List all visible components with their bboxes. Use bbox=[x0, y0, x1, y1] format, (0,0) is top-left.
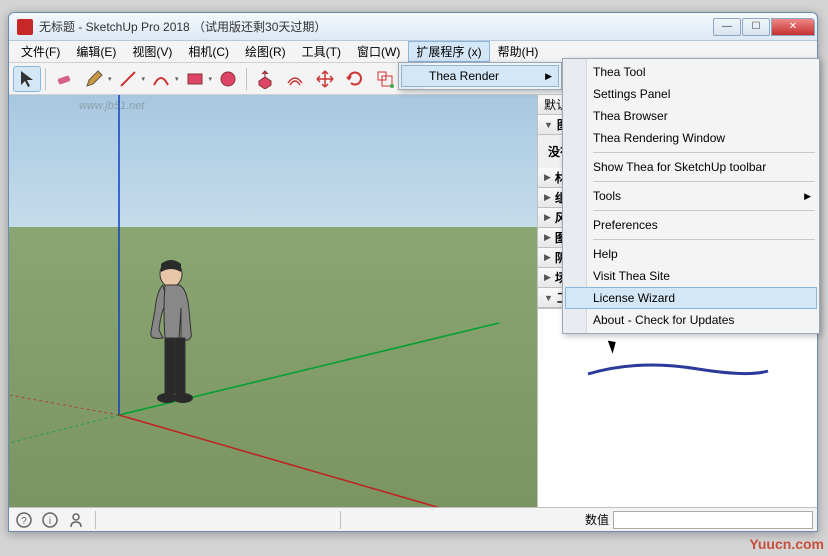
submenu-item-preferences[interactable]: Preferences bbox=[565, 214, 817, 236]
chevron-icon: ▶ bbox=[544, 272, 551, 283]
thea-render-submenu: Thea Tool Settings Panel Thea Browser Thea … bbox=[562, 58, 820, 334]
menu-item-label: Show Thea for SketchUp toolbar bbox=[593, 160, 766, 174]
menu-item-label: Thea Render bbox=[429, 69, 499, 83]
watermark-yuucn: Yuucn.com bbox=[749, 536, 824, 552]
submenu-item-tools[interactable]: Tools ▶ bbox=[565, 185, 817, 207]
submenu-item-license-wizard[interactable]: License Wizard bbox=[565, 287, 817, 309]
user-icon[interactable] bbox=[65, 509, 87, 531]
app-icon bbox=[17, 19, 33, 35]
extensions-menu: Thea Render ▶ bbox=[398, 62, 562, 90]
chevron-icon: ▶ bbox=[544, 192, 551, 203]
chevron-icon: ▶ bbox=[544, 172, 551, 183]
offset-tool[interactable] bbox=[281, 66, 309, 92]
scale-tool[interactable] bbox=[371, 66, 399, 92]
submenu-arrow-icon: ▶ bbox=[804, 191, 811, 202]
menu-item-label: Tools bbox=[593, 189, 621, 203]
menu-1[interactable]: 编辑(E) bbox=[68, 41, 124, 62]
titlebar: 无标题 - SketchUp Pro 2018 （试用版还剩30天过期） — ☐… bbox=[9, 13, 817, 41]
chevron-icon: ▶ bbox=[544, 212, 551, 223]
chevron-icon: ▼ bbox=[544, 293, 553, 303]
menu-item-label: Thea Rendering Window bbox=[593, 131, 725, 145]
menu-7[interactable]: 扩展程序 (x) bbox=[408, 41, 489, 62]
menu-item-label: Help bbox=[593, 247, 618, 261]
separator bbox=[593, 181, 815, 182]
window-title: 无标题 - SketchUp Pro 2018 （试用版还剩30天过期） bbox=[39, 18, 712, 35]
menu-8[interactable]: 帮助(H) bbox=[490, 41, 547, 62]
select-tool[interactable] bbox=[13, 66, 41, 92]
help-icon[interactable]: ? bbox=[13, 509, 35, 531]
circle-tool[interactable] bbox=[214, 66, 242, 92]
submenu-item-settings-panel[interactable]: Settings Panel bbox=[565, 83, 817, 105]
dropdown-arrow-icon[interactable]: ▾ bbox=[175, 75, 179, 83]
separator bbox=[593, 239, 815, 240]
separator bbox=[95, 511, 96, 529]
instructor-area bbox=[538, 308, 817, 507]
menu-item-thea-render[interactable]: Thea Render ▶ bbox=[401, 65, 559, 87]
viewport-3d[interactable]: www.jb51.net bbox=[9, 95, 537, 507]
menu-item-label: License Wizard bbox=[593, 291, 675, 305]
submenu-item-visit-thea-site[interactable]: Visit Thea Site bbox=[565, 265, 817, 287]
pushpull-tool[interactable] bbox=[251, 66, 279, 92]
dropdown-arrow-icon[interactable]: ▾ bbox=[209, 75, 213, 83]
menu-0[interactable]: 文件(F) bbox=[13, 41, 68, 62]
menu-5[interactable]: 工具(T) bbox=[294, 41, 349, 62]
value-label: 数值 bbox=[585, 511, 609, 528]
move-tool[interactable] bbox=[311, 66, 339, 92]
line-tool[interactable] bbox=[114, 66, 142, 92]
separator bbox=[593, 210, 815, 211]
menu-item-label: Settings Panel bbox=[593, 87, 670, 101]
minimize-button[interactable]: — bbox=[713, 18, 741, 36]
submenu-item-about-check-for-updates[interactable]: About - Check for Updates bbox=[565, 309, 817, 331]
chevron-icon: ▶ bbox=[544, 232, 551, 243]
submenu-item-thea-tool[interactable]: Thea Tool bbox=[565, 61, 817, 83]
menu-3[interactable]: 相机(C) bbox=[180, 41, 237, 62]
menu-2[interactable]: 视图(V) bbox=[124, 41, 180, 62]
menu-item-label: Visit Thea Site bbox=[593, 269, 670, 283]
menu-item-label: Thea Tool bbox=[593, 65, 645, 79]
rotate-tool[interactable] bbox=[341, 66, 369, 92]
menu-6[interactable]: 窗口(W) bbox=[349, 41, 408, 62]
info-icon[interactable]: i bbox=[39, 509, 61, 531]
value-input[interactable] bbox=[613, 511, 813, 529]
submenu-arrow-icon: ▶ bbox=[545, 71, 552, 82]
submenu-item-thea-rendering-window[interactable]: Thea Rendering Window bbox=[565, 127, 817, 149]
dropdown-arrow-icon[interactable]: ▾ bbox=[108, 75, 112, 83]
eraser-tool[interactable] bbox=[50, 66, 78, 92]
rectangle-tool[interactable] bbox=[181, 66, 209, 92]
menu-item-label: About - Check for Updates bbox=[593, 313, 734, 327]
close-button[interactable]: ✕ bbox=[771, 18, 815, 36]
pencil-tool[interactable] bbox=[80, 66, 108, 92]
separator bbox=[593, 152, 815, 153]
svg-text:?: ? bbox=[21, 516, 27, 527]
svg-text:i: i bbox=[49, 516, 51, 527]
window-controls: — ☐ ✕ bbox=[712, 18, 815, 36]
maximize-button[interactable]: ☐ bbox=[742, 18, 770, 36]
chevron-icon: ▶ bbox=[544, 252, 551, 263]
axes-overlay bbox=[9, 95, 537, 507]
human-figure bbox=[139, 260, 209, 420]
chevron-down-icon: ▼ bbox=[544, 120, 553, 130]
menu-4[interactable]: 绘图(R) bbox=[237, 41, 294, 62]
separator bbox=[340, 511, 341, 529]
dropdown-arrow-icon[interactable]: ▾ bbox=[142, 75, 146, 83]
menu-item-label: Thea Browser bbox=[593, 109, 668, 123]
submenu-item-show-thea-for-sketchup-toolbar[interactable]: Show Thea for SketchUp toolbar bbox=[565, 156, 817, 178]
instructor-shape bbox=[578, 349, 778, 389]
submenu-item-help[interactable]: Help bbox=[565, 243, 817, 265]
submenu-item-thea-browser[interactable]: Thea Browser bbox=[565, 105, 817, 127]
statusbar: ? i 数值 bbox=[9, 507, 817, 531]
arc-tool[interactable] bbox=[147, 66, 175, 92]
menu-item-label: Preferences bbox=[593, 218, 658, 232]
